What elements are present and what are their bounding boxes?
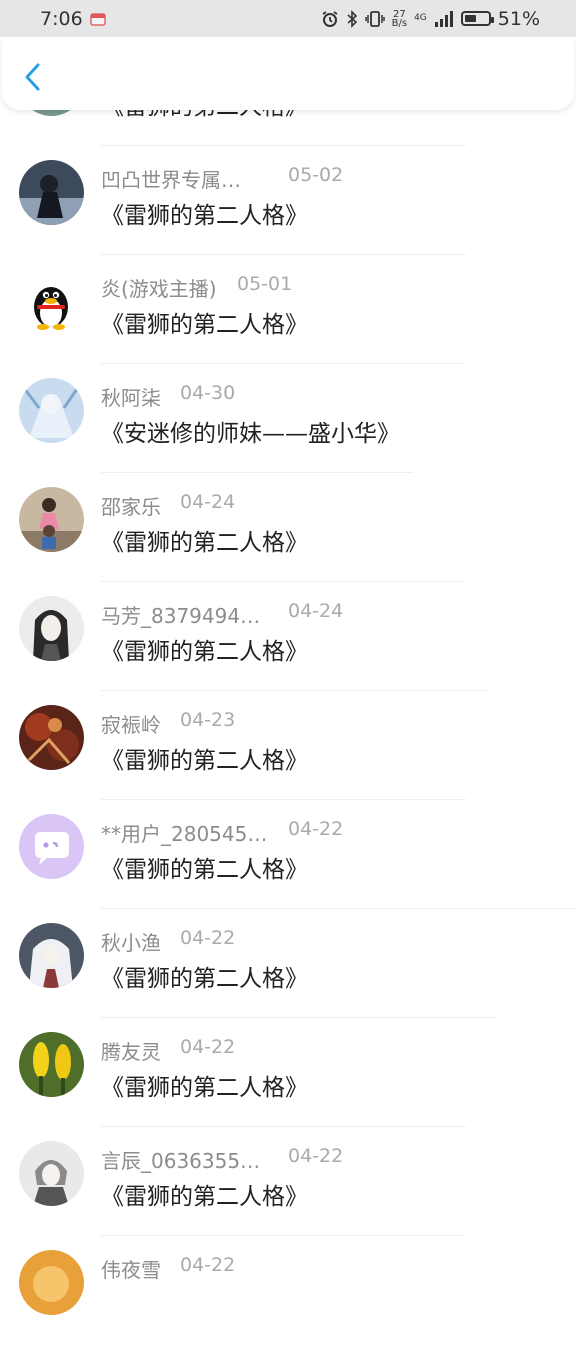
avatar[interactable] bbox=[19, 160, 84, 225]
item-date: 04-22 bbox=[180, 1036, 236, 1058]
item-date: 05-01 bbox=[237, 273, 293, 295]
avatar[interactable] bbox=[19, 269, 84, 334]
avatar[interactable] bbox=[19, 705, 84, 770]
avatar[interactable] bbox=[19, 923, 84, 988]
avatar-orange-icon bbox=[19, 1250, 84, 1315]
list-item[interactable]: 炎(游戏主播) 05-01 《雷狮的第二人格》 bbox=[0, 255, 576, 364]
list-item[interactable]: 凹凸世界专属… 05-02 《雷狮的第二人格》 bbox=[0, 146, 576, 255]
item-title: 《雷狮的第二人格》 bbox=[101, 857, 308, 883]
item-title: 《雷狮的第二人格》 bbox=[101, 1075, 308, 1101]
item-title: 《雷狮的第二人格》 bbox=[101, 748, 308, 774]
signal-icon bbox=[434, 10, 453, 27]
avatar[interactable] bbox=[19, 378, 84, 443]
item-title: 《雷狮的第二人格》 bbox=[101, 203, 308, 229]
vibrate-icon bbox=[364, 10, 385, 27]
avatar[interactable] bbox=[19, 1032, 84, 1097]
item-date: 05-02 bbox=[288, 164, 344, 186]
list-item[interactable]: 秋小渔 04-22 《雷狮的第二人格》 bbox=[0, 909, 576, 1018]
list-item[interactable]: 秋阿柒 04-30 《安迷修的师妹——盛小华》 bbox=[0, 364, 576, 473]
avatar[interactable] bbox=[19, 814, 84, 879]
avatar[interactable] bbox=[19, 1250, 84, 1315]
status-bar: 7:06 27 B/s 4G 51% bbox=[0, 0, 576, 37]
net-speed: 27 B/s bbox=[391, 8, 408, 29]
avatar-red-art-icon bbox=[19, 705, 84, 770]
user-name[interactable]: 邵家乐 bbox=[101, 491, 161, 520]
user-name[interactable]: **用户_280545… bbox=[101, 818, 267, 847]
item-date: 04-23 bbox=[180, 709, 236, 731]
list-item[interactable]: 伟夜雪 04-22 bbox=[0, 1236, 576, 1345]
item-date: 04-22 bbox=[180, 1254, 236, 1276]
item-date: 04-22 bbox=[288, 1145, 344, 1167]
list-item[interactable]: 邵家乐 04-24 《雷狮的第二人格》 bbox=[0, 473, 576, 582]
avatar[interactable] bbox=[19, 1141, 84, 1206]
list-item[interactable]: 言辰_0636355… 04-22 《雷狮的第二人格》 bbox=[0, 1127, 576, 1236]
item-title: 《雷狮的第二人格》 bbox=[101, 530, 308, 556]
item-title: 《安迷修的师妹——盛小华》 bbox=[101, 421, 400, 447]
list-item[interactable]: 马芳_8379494… 04-24 《雷狮的第二人格》 bbox=[0, 582, 576, 691]
alarm-icon bbox=[322, 10, 338, 27]
item-date: 04-24 bbox=[288, 600, 344, 622]
top-nav-bar bbox=[2, 37, 574, 110]
notification-app-icon bbox=[89, 12, 106, 26]
avatar-anime-white-icon bbox=[19, 923, 84, 988]
avatar-kids-photo-icon bbox=[19, 487, 84, 552]
avatar-default-chat-icon bbox=[19, 814, 84, 879]
network-type: 4G bbox=[414, 13, 427, 23]
clock: 7:06 bbox=[40, 7, 83, 30]
item-title: 《雷狮的第二人格》 bbox=[101, 966, 308, 992]
item-date: 04-24 bbox=[180, 491, 236, 513]
item-title: 《雷狮的第二人格》 bbox=[101, 312, 308, 338]
battery-percent: 51% bbox=[497, 7, 540, 30]
avatar[interactable] bbox=[19, 487, 84, 552]
list-item[interactable]: **用户_280545… 04-22 《雷狮的第二人格》 bbox=[0, 800, 576, 909]
item-date: 04-22 bbox=[288, 818, 344, 840]
user-name[interactable]: 秋阿柒 bbox=[101, 382, 161, 411]
bluetooth-icon bbox=[347, 9, 357, 28]
user-name[interactable]: 秋小渔 bbox=[101, 927, 161, 956]
avatar-yellow-flower-icon bbox=[19, 1032, 84, 1097]
chevron-left-icon bbox=[25, 63, 40, 91]
avatar-anime-blue-icon bbox=[19, 378, 84, 443]
avatar-penguin-icon bbox=[19, 269, 84, 334]
avatar-girl-sketch-icon bbox=[19, 596, 84, 661]
avatar[interactable] bbox=[19, 596, 84, 661]
user-name[interactable]: 马芳_8379494… bbox=[101, 600, 260, 629]
user-name[interactable]: 炎(游戏主播) bbox=[101, 273, 217, 302]
list-item[interactable]: 寂裖岭 04-23 《雷狮的第二人格》 bbox=[0, 691, 576, 800]
item-title: 《雷狮的第二人格》 bbox=[101, 1184, 308, 1210]
user-name[interactable]: 凹凸世界专属… bbox=[101, 164, 241, 193]
avatar-dark-figure-icon bbox=[19, 160, 84, 225]
item-date: 04-30 bbox=[180, 382, 236, 404]
back-button[interactable] bbox=[20, 61, 46, 93]
user-name[interactable]: 言辰_0636355… bbox=[101, 1145, 260, 1174]
user-name[interactable]: 伟夜雪 bbox=[101, 1254, 161, 1283]
item-title: 《雷狮的第二人格》 bbox=[101, 639, 308, 665]
user-name[interactable]: 寂裖岭 bbox=[101, 709, 161, 738]
battery-icon bbox=[460, 11, 494, 26]
list-item[interactable]: 腾友灵 04-22 《雷狮的第二人格》 bbox=[0, 1018, 576, 1127]
avatar-anime-grey-icon bbox=[19, 1141, 84, 1206]
user-name[interactable]: 腾友灵 bbox=[101, 1036, 161, 1065]
item-date: 04-22 bbox=[180, 927, 236, 949]
